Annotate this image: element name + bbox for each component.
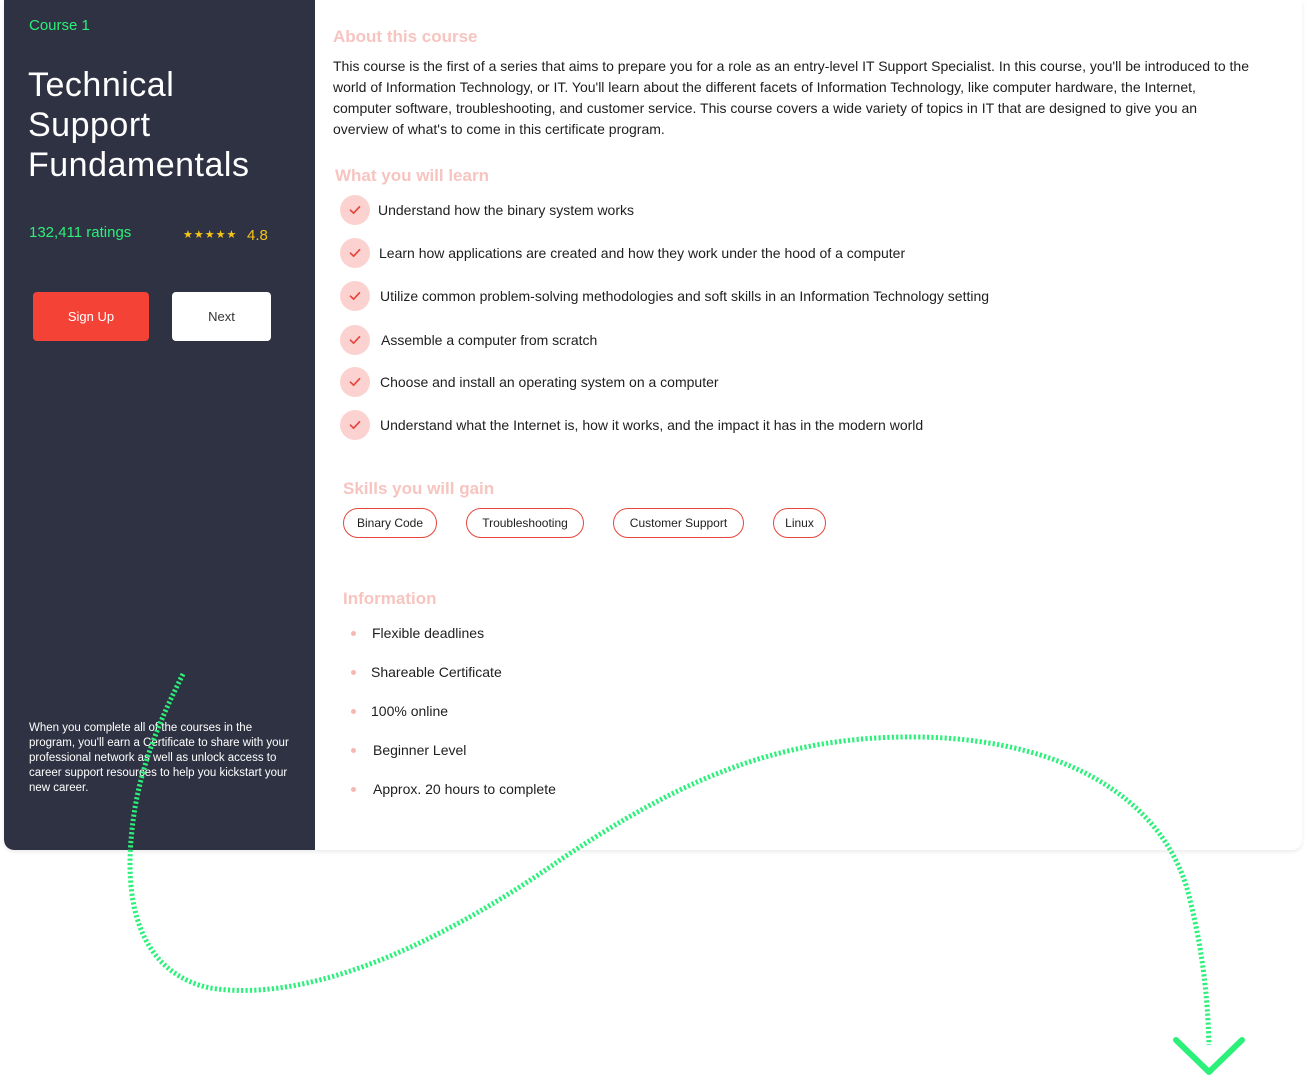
check-icon (340, 410, 370, 440)
info-item: Flexible deadlines (351, 623, 484, 643)
information-heading: Information (343, 589, 437, 608)
learn-item: Choose and install an operating system o… (340, 367, 719, 397)
sign-up-button[interactable]: Sign Up (33, 292, 149, 341)
info-item-text: Approx. 20 hours to complete (373, 781, 556, 797)
bullet-icon (351, 747, 356, 753)
learn-item: Understand how the binary system works (340, 195, 634, 225)
info-item: 100% online (351, 701, 448, 721)
check-icon (340, 367, 370, 397)
skills-heading: Skills you will gain (343, 479, 495, 498)
learn-item: Learn how applications are created and h… (340, 238, 905, 268)
learn-item-text: Choose and install an operating system o… (380, 374, 719, 390)
course-title: Technical Support Fundamentals (28, 66, 250, 184)
learn-heading: What you will learn (335, 166, 489, 185)
skill-chip[interactable]: Binary Code (343, 508, 437, 538)
certificate-note: When you complete all of the courses in … (29, 722, 289, 794)
info-item: Shareable Certificate (351, 662, 502, 682)
check-icon (340, 238, 370, 268)
page: Course 1 Technical Support Fundamentals … (0, 0, 1306, 1082)
learn-item: Assemble a computer from scratch (340, 325, 597, 355)
learn-item: Utilize common problem-solving methodolo… (340, 281, 989, 311)
bullet-icon (351, 708, 356, 714)
info-item: Beginner Level (351, 740, 466, 760)
check-icon (340, 325, 370, 355)
next-button[interactable]: Next (172, 292, 271, 341)
info-item-text: Shareable Certificate (371, 664, 502, 680)
bullet-icon (351, 669, 356, 675)
learn-item-text: Assemble a computer from scratch (381, 332, 598, 348)
info-item-text: Flexible deadlines (372, 625, 485, 641)
learn-item-text: Learn how applications are created and h… (379, 245, 906, 261)
bullet-icon (351, 630, 356, 636)
info-item: Approx. 20 hours to complete (351, 779, 556, 799)
learn-item-text: Utilize common problem-solving methodolo… (380, 288, 990, 304)
skill-chip[interactable]: Customer Support (613, 508, 744, 538)
info-item-text: Beginner Level (373, 742, 467, 758)
learn-item-text: Understand what the Internet is, how it … (380, 417, 924, 433)
skill-chip[interactable]: Linux (773, 508, 826, 538)
ratings-count: 132,411 ratings (29, 224, 132, 241)
info-item-text: 100% online (371, 703, 449, 719)
about-heading: About this course (333, 27, 478, 46)
star-rating-icon: ★★★★★ (183, 229, 238, 241)
skill-chip[interactable]: Troubleshooting (466, 508, 584, 538)
check-icon (340, 195, 370, 225)
course-card: Course 1 Technical Support Fundamentals … (4, 0, 1302, 850)
bullet-icon (351, 786, 356, 792)
course-sidebar: Course 1 Technical Support Fundamentals … (4, 0, 315, 850)
about-text: This course is the first of a series tha… (333, 58, 1249, 137)
rating-value: 4.8 (247, 227, 268, 244)
learn-item-text: Understand how the binary system works (378, 202, 634, 218)
learn-item: Understand what the Internet is, how it … (340, 410, 923, 440)
course-number-label: Course 1 (29, 17, 90, 34)
check-icon (340, 281, 370, 311)
